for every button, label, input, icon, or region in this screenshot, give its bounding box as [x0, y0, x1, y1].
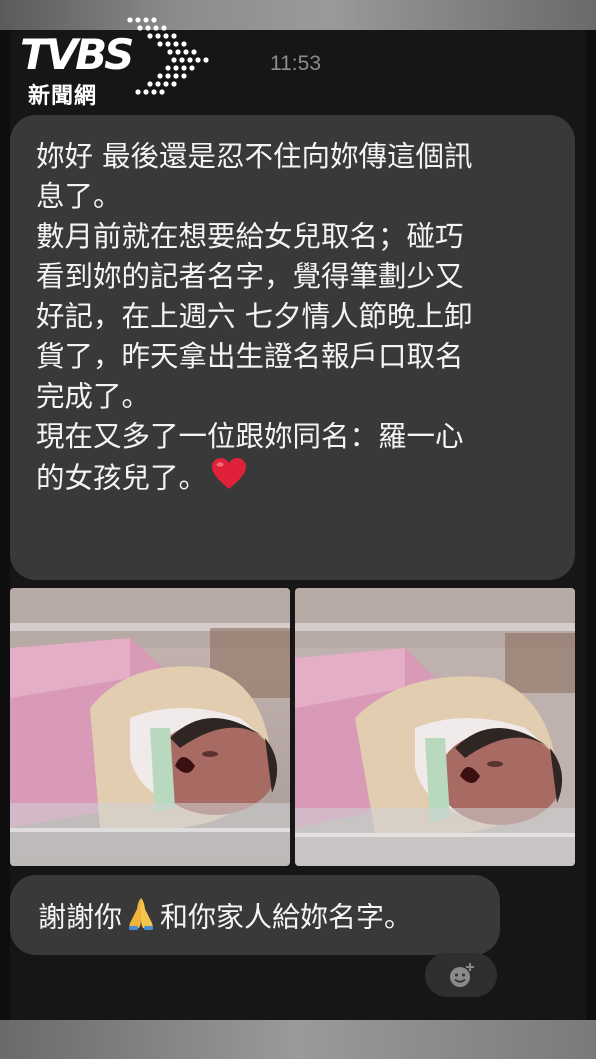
message-line: 好記，在上週六 七夕情人節晚上卸	[36, 300, 473, 333]
message-text-after: 和你家人給妳名字。	[160, 900, 413, 934]
message-bubble[interactable]: 謝謝你 和你家人給妳名字。	[10, 875, 500, 955]
add-reaction-icon	[450, 963, 474, 987]
message-line: 數月前就在想要給女兒取名；碰巧	[36, 220, 464, 253]
message-line-last: 的女孩兒了。	[36, 457, 551, 502]
newborn-baby-photo[interactable]	[10, 588, 290, 866]
message-line: 妳好 最後還是忍不住向妳傳這個訊	[36, 140, 473, 173]
add-reaction-button[interactable]	[425, 953, 497, 997]
red-heart-icon	[211, 457, 247, 502]
message-timestamp: 11:53	[270, 52, 321, 75]
baby-photo-image	[295, 588, 575, 866]
logo-dot-pattern	[127, 17, 209, 95]
folded-hands-icon	[124, 895, 158, 942]
logo-brand-text: TVBS	[20, 30, 134, 79]
message-line: 完成了。	[36, 380, 151, 413]
message-line: 息了。	[36, 180, 122, 213]
newborn-baby-photo[interactable]	[295, 588, 575, 866]
message-line: 貨了，昨天拿出生證名報戶口取名	[36, 340, 464, 373]
message-bubble[interactable]: 妳好 最後還是忍不住向妳傳這個訊 息了。 數月前就在想要給女兒取名；碰巧 看到妳…	[10, 115, 575, 580]
logo-sub-text: 新聞網	[28, 84, 98, 109]
message-line: 看到妳的記者名字，覺得筆劃少又	[36, 260, 464, 293]
message-text-before: 謝謝你	[38, 900, 123, 934]
baby-photo-image	[10, 588, 290, 866]
bottom-blurred-edge	[0, 1020, 596, 1059]
message-line: 現在又多了一位跟妳同名：羅一心	[36, 420, 464, 453]
tvbs-logo: TVBS 新聞網	[20, 16, 209, 116]
message-line-text: 的女孩兒了。	[36, 461, 208, 495]
